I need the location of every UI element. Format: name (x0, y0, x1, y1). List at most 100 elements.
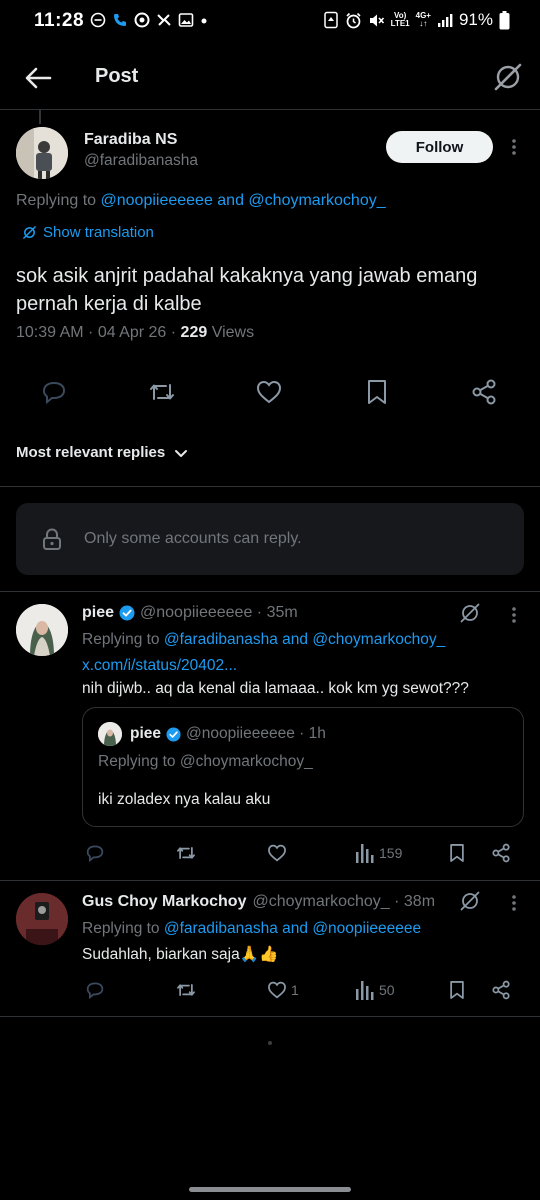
reply-sort-dropdown[interactable]: Most relevant replies (16, 444, 189, 461)
reply-handle-time[interactable]: @noopiieeeeee · 35m (140, 604, 298, 622)
views-button[interactable]: 50 (355, 979, 395, 1001)
show-translation[interactable]: Show translation (22, 224, 154, 241)
reply-icon (86, 845, 104, 863)
post-more-button[interactable] (504, 137, 524, 157)
grok-reply-button[interactable] (459, 602, 481, 624)
views-button[interactable]: 159 (355, 842, 402, 864)
replying-to-users[interactable]: @noopiieeeeee and @choymarkochoy_ (101, 192, 386, 209)
more-vertical-icon (512, 607, 516, 623)
recycle-icon (323, 11, 338, 29)
bookmark-icon (450, 844, 464, 862)
author-name[interactable]: Faradiba NS (84, 131, 177, 149)
more-vertical-icon (512, 895, 516, 911)
reply-handle-time[interactable]: @choymarkochoy_ · 38m (252, 893, 435, 911)
verified-badge-icon (119, 605, 135, 621)
repost-icon (177, 983, 195, 997)
sort-label: Most relevant replies (16, 444, 166, 461)
bookmark-icon (368, 380, 386, 404)
post-text: sok asik anjrit padahal kakaknya yang ja… (16, 265, 478, 315)
reply-icon (86, 982, 104, 1000)
avatar-photo-icon (98, 722, 122, 746)
grok-icon (494, 63, 522, 91)
reply-avatar[interactable] (16, 893, 68, 945)
quoted-replying-to: Replying to @choymarkochoy_ (98, 753, 313, 770)
reply-button[interactable] (84, 842, 106, 864)
more-notifications-dot (201, 18, 207, 24)
reply-replying-to: Replying to @faradibanasha and @noopiiee… (82, 918, 421, 940)
quoted-handle-time: @noopiieeeeee · 1h (186, 725, 326, 742)
reply-more-button[interactable] (504, 893, 524, 913)
mute-icon (369, 14, 384, 26)
more-vertical-icon (512, 139, 516, 155)
repost-button[interactable] (147, 377, 177, 407)
phone-call-icon (114, 14, 126, 26)
volte-bottom-label: LTE1 (390, 19, 410, 28)
share-button[interactable] (490, 979, 512, 1001)
like-button[interactable] (254, 377, 284, 407)
battery-icon (499, 10, 510, 29)
author-avatar[interactable] (16, 127, 68, 179)
reply-replying-to: Replying to @faradibanasha and @choymark… (82, 629, 445, 651)
like-button[interactable]: 1 (266, 979, 299, 1001)
post-timestamp[interactable]: 10:39 AM · 04 Apr 26 · (16, 324, 181, 341)
lock-icon (43, 528, 61, 550)
heart-icon (268, 981, 286, 999)
reply-author-name[interactable]: Gus Choy Markochoy (82, 893, 246, 911)
back-button[interactable] (22, 62, 54, 94)
divider (0, 486, 540, 487)
analytics-icon (356, 844, 374, 863)
reply-button[interactable] (39, 377, 69, 407)
share-icon (492, 980, 510, 1000)
heart-icon (256, 380, 282, 404)
bookmark-button[interactable] (446, 979, 468, 1001)
reply-avatar[interactable] (16, 604, 68, 656)
views-count: 229 (180, 324, 208, 341)
share-button[interactable] (469, 377, 499, 407)
repost-button[interactable] (175, 842, 197, 864)
reply-header: Gus Choy Markochoy @choymarkochoy_ · 38m (82, 893, 435, 911)
status-bar: 11:28 Vo) LTE1 4G+ ↓↑ 91% (0, 0, 540, 44)
bookmark-button[interactable] (446, 842, 468, 864)
divider (0, 880, 540, 881)
replying-to-line: Replying to @noopiieeeeee and @choymarko… (16, 192, 386, 210)
replying-to-users[interactable]: @faradibanasha and @choymarkochoy_ (164, 631, 445, 648)
avatar-photo-icon (16, 127, 68, 179)
verified-badge-icon (166, 726, 181, 742)
battery-percent: 91% (458, 10, 493, 29)
gesture-home-bar[interactable] (189, 1187, 351, 1192)
replying-to-users[interactable]: @faradibanasha and @noopiieeeeee (164, 920, 421, 937)
repost-icon (177, 846, 195, 860)
repost-icon (150, 384, 174, 400)
likes-count: 1 (291, 982, 299, 998)
target-app-icon (134, 12, 150, 28)
grok-icon (460, 891, 480, 911)
signal-icon (437, 14, 453, 27)
reply-more-button[interactable] (504, 605, 524, 625)
quoted-header: piee @noopiieeeeee · 1h (130, 725, 326, 743)
post-meta: 10:39 AM · 04 Apr 26 · 229 Views (16, 324, 254, 342)
reply-button[interactable] (84, 979, 106, 1001)
alarm-icon (346, 12, 361, 28)
thread-connector-line (39, 110, 41, 124)
follow-button[interactable]: Follow (386, 131, 493, 163)
grok-button[interactable] (492, 61, 524, 93)
bookmark-button[interactable] (362, 377, 392, 407)
network-type-indicator: 4G+ ↓↑ (416, 12, 431, 28)
share-button[interactable] (490, 842, 512, 864)
quoted-author-name: piee (130, 725, 162, 742)
reply-link[interactable]: x.com/i/status/20402... (82, 655, 237, 677)
back-arrow-icon (25, 67, 52, 89)
author-handle[interactable]: @faradibanasha (84, 152, 198, 170)
notification-icons (90, 12, 208, 28)
replying-to-prefix: Replying to (82, 631, 160, 648)
quoted-avatar (98, 722, 122, 746)
reply-author-name[interactable]: piee (82, 604, 114, 622)
loading-dot (268, 1041, 272, 1045)
repost-button[interactable] (175, 979, 197, 1001)
replying-to-prefix: Replying to (16, 192, 97, 209)
grok-reply-button[interactable] (459, 890, 481, 912)
grok-translate-icon (23, 226, 36, 239)
views-label: Views (207, 324, 255, 341)
avatar-photo-icon (16, 893, 68, 945)
like-button[interactable] (266, 842, 288, 864)
